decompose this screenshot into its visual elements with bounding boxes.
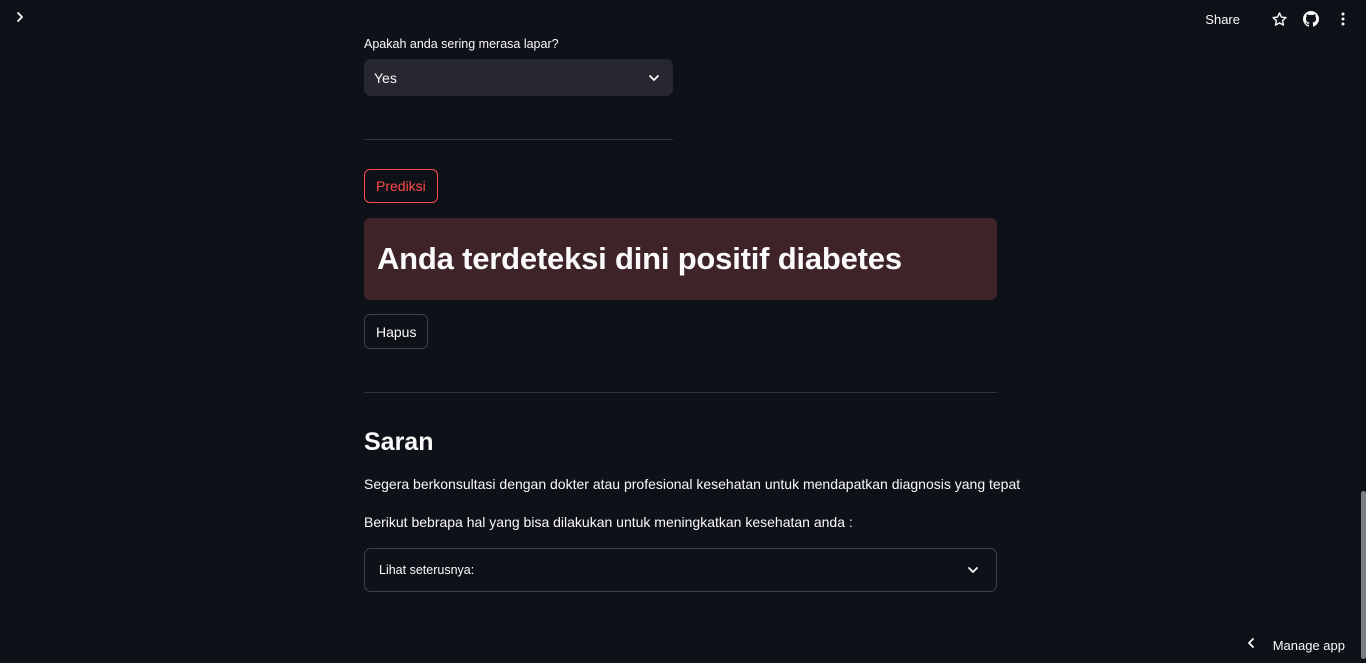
manage-app-button[interactable]: Manage app <box>1244 634 1345 656</box>
chevron-down-icon <box>966 563 980 577</box>
share-button[interactable]: Share <box>1205 12 1240 27</box>
predict-button[interactable]: Prediksi <box>364 169 438 203</box>
select-label: Apakah anda sering merasa lapar? <box>364 37 559 51</box>
scrollbar[interactable] <box>1361 491 1366 659</box>
sidebar-expand-button[interactable] <box>11 10 29 28</box>
clear-button[interactable]: Hapus <box>364 314 429 349</box>
more-vert-icon[interactable] <box>1334 10 1352 28</box>
advice-paragraph: Berikut bebrapa hal yang bisa dilakukan … <box>364 514 853 530</box>
result-alert: Anda terdeteksi dini positif diabetes <box>364 218 997 300</box>
select-value: Yes <box>374 69 397 86</box>
chevron-left-icon <box>1244 636 1258 655</box>
divider <box>364 139 673 140</box>
top-toolbar: Share <box>1205 8 1352 30</box>
advice-heading: Saran <box>364 428 434 456</box>
manage-app-label: Manage app <box>1272 637 1345 653</box>
see-more-expander[interactable]: Lihat seterusnya: <box>364 548 997 592</box>
divider <box>364 392 997 393</box>
advice-paragraph: Segera berkonsultasi dengan dokter atau … <box>364 476 1021 492</box>
result-message: Anda terdeteksi dini positif diabetes <box>377 241 902 276</box>
expander-label: Lihat seterusnya: <box>379 563 475 577</box>
hunger-select[interactable]: Yes <box>364 59 673 96</box>
chevron-down-icon <box>647 71 661 85</box>
star-icon[interactable] <box>1270 10 1288 28</box>
app-page: Share Apakah anda sering merasa lapar? Y… <box>0 0 1366 663</box>
chevron-right-icon <box>13 10 27 29</box>
github-icon[interactable] <box>1302 10 1320 28</box>
